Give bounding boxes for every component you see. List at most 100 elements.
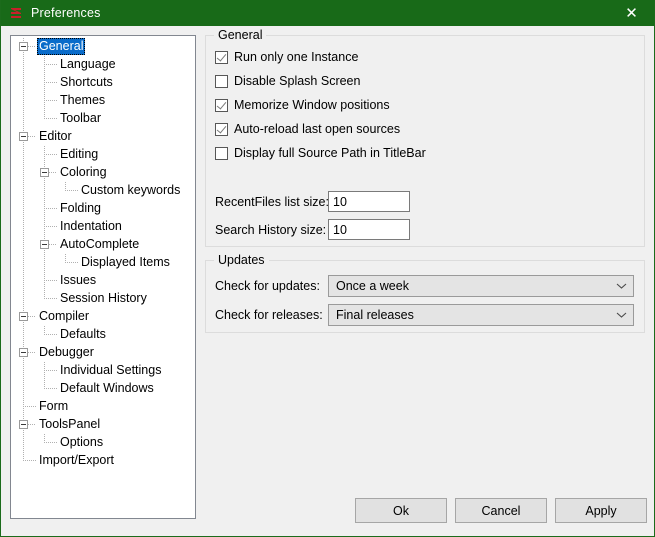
- tree-item-label: Individual Settings: [60, 363, 162, 377]
- tree-connector-vertical: [23, 362, 24, 380]
- checkbox-checked-icon[interactable]: [215, 50, 228, 64]
- checkbox-row-run-only-one-instance[interactable]: Run only one Instance: [215, 50, 358, 64]
- tree-connector-vertical: [44, 218, 45, 236]
- ok-button[interactable]: Ok: [355, 498, 447, 523]
- chevron-down-icon[interactable]: [609, 305, 633, 325]
- tree-item-autocomplete[interactable]: AutoComplete: [11, 236, 195, 254]
- checkbox-label: Display full Source Path in TitleBar: [234, 146, 426, 160]
- tree-item-defaults[interactable]: Defaults: [11, 326, 195, 344]
- tree-connector-vertical: [23, 326, 24, 344]
- tree-item-general[interactable]: General: [11, 38, 195, 56]
- tree-expander-collapse-icon[interactable]: [40, 168, 49, 177]
- field-label: RecentFiles list size:: [215, 194, 329, 209]
- checkbox-unchecked-icon[interactable]: [215, 74, 228, 88]
- field-input[interactable]: [328, 219, 410, 240]
- tree-item-debugger[interactable]: Debugger: [11, 344, 195, 362]
- tree-item-label: Options: [60, 435, 104, 449]
- tree-item-compiler[interactable]: Compiler: [11, 308, 195, 326]
- tree-item-form[interactable]: Form: [11, 398, 195, 416]
- tree-item-toolspanel[interactable]: ToolsPanel: [11, 416, 195, 434]
- checkbox-row-memorize-window-positions[interactable]: Memorize Window positions: [215, 98, 390, 112]
- checkbox-label: Disable Splash Screen: [234, 74, 361, 88]
- tree-connector-horizontal: [49, 244, 57, 245]
- tree-item-coloring[interactable]: Coloring: [11, 164, 195, 182]
- tree-connector-vertical: [23, 434, 24, 452]
- tree-item-label: Default Windows: [60, 381, 154, 395]
- tree-expander-collapse-icon[interactable]: [19, 312, 28, 321]
- tree-item-toolbar[interactable]: Toolbar: [11, 110, 195, 128]
- tree-item-options[interactable]: Options: [11, 434, 195, 452]
- tree-connector-horizontal: [44, 442, 57, 443]
- checkbox-row-disable-splash-screen[interactable]: Disable Splash Screen: [215, 74, 360, 88]
- tree-item-indentation[interactable]: Indentation: [11, 218, 195, 236]
- tree-item-individual-settings[interactable]: Individual Settings: [11, 362, 195, 380]
- tree-expander-collapse-icon[interactable]: [40, 240, 49, 249]
- tree-item-label: Toolbar: [60, 111, 101, 125]
- updates-group: Updates Check for updates: Once a week Che…: [205, 253, 645, 333]
- checkbox-checked-icon[interactable]: [215, 98, 228, 112]
- tree-item-label: General: [37, 38, 86, 55]
- checkbox-row-display-full-source-path-in-titlebar[interactable]: Display full Source Path in TitleBar: [215, 146, 426, 160]
- checkbox-checked-icon[interactable]: [215, 122, 228, 136]
- dialog-footer: Ok Cancel Apply: [1, 490, 654, 536]
- tree-connector-vertical: [44, 56, 45, 74]
- tree-item-language[interactable]: Language: [11, 56, 195, 74]
- checkbox-unchecked-icon[interactable]: [215, 146, 228, 160]
- field-row-search-history-size-: Search History size:: [215, 219, 410, 240]
- tree-item-editor[interactable]: Editor: [11, 128, 195, 146]
- tree-connector-horizontal: [44, 226, 57, 227]
- tree-item-label: Indentation: [60, 219, 122, 233]
- tree-item-folding[interactable]: Folding: [11, 200, 195, 218]
- tree-item-label: Folding: [60, 201, 101, 215]
- tree-expander-collapse-icon[interactable]: [19, 348, 28, 357]
- general-group-title: General: [214, 28, 267, 42]
- tree-expander-collapse-icon[interactable]: [19, 132, 28, 141]
- tree-item-custom-keywords[interactable]: Custom keywords: [11, 182, 195, 200]
- checkbox-row-auto-reload-last-open-sources[interactable]: Auto-reload last open sources: [215, 122, 400, 136]
- field-row-recentfiles-list-size-: RecentFiles list size:: [215, 191, 410, 212]
- general-group: General Run only one Instance Disable Spl…: [205, 28, 645, 247]
- preferences-window: Preferences ✕ General Language Shortcuts Th…: [0, 0, 655, 537]
- settings-tree[interactable]: General Language Shortcuts Themes Toolbar Edi…: [10, 35, 196, 519]
- chevron-down-icon[interactable]: [609, 276, 633, 296]
- tree-connector-horizontal: [28, 424, 36, 425]
- tree-item-displayed-items[interactable]: Displayed Items: [11, 254, 195, 272]
- tree-expander-collapse-icon[interactable]: [19, 42, 28, 51]
- cancel-button[interactable]: Cancel: [455, 498, 547, 523]
- tree-expander-collapse-icon[interactable]: [19, 420, 28, 429]
- tree-item-themes[interactable]: Themes: [11, 92, 195, 110]
- tree-item-session-history[interactable]: Session History: [11, 290, 195, 308]
- close-icon[interactable]: ✕: [609, 0, 654, 26]
- tree-connector-horizontal: [44, 100, 57, 101]
- tree-connector-horizontal: [28, 136, 36, 137]
- combo-select[interactable]: Final releases: [328, 304, 634, 326]
- title-bar: Preferences ✕: [1, 0, 654, 26]
- combo-select[interactable]: Once a week: [328, 275, 634, 297]
- dialog-body: General Language Shortcuts Themes Toolbar Edi…: [1, 26, 654, 536]
- tree-connector-vertical: [23, 110, 24, 128]
- tree-item-default-windows[interactable]: Default Windows: [11, 380, 195, 398]
- tree-item-label: Displayed Items: [81, 255, 170, 269]
- tree-connector-vertical: [23, 380, 24, 398]
- tree-connector-horizontal: [44, 370, 57, 371]
- tree-connector-horizontal: [49, 172, 57, 173]
- tree-item-label: Import/Export: [39, 453, 115, 467]
- tree-item-label: Form: [39, 399, 69, 413]
- apply-button[interactable]: Apply: [555, 498, 647, 523]
- tree-connector-vertical: [23, 182, 24, 200]
- tree-item-editing[interactable]: Editing: [11, 146, 195, 164]
- tree-item-shortcuts[interactable]: Shortcuts: [11, 74, 195, 92]
- tree-connector-horizontal: [65, 262, 78, 263]
- tree-item-label: Coloring: [60, 165, 107, 179]
- tree-item-label: Compiler: [39, 309, 90, 323]
- tree-item-issues[interactable]: Issues: [11, 272, 195, 290]
- tree-connector-vertical: [23, 146, 24, 164]
- tree-item-import-export[interactable]: Import/Export: [11, 452, 195, 470]
- tree-connector-vertical: [44, 74, 45, 92]
- tree-connector-horizontal: [44, 154, 57, 155]
- tree-item-label: Shortcuts: [60, 75, 113, 89]
- tree-connector-vertical: [23, 92, 24, 110]
- combo-row-check-for-releases-: Check for releases: Final releases: [215, 304, 634, 326]
- field-input[interactable]: [328, 191, 410, 212]
- tree-connector-vertical: [23, 272, 24, 290]
